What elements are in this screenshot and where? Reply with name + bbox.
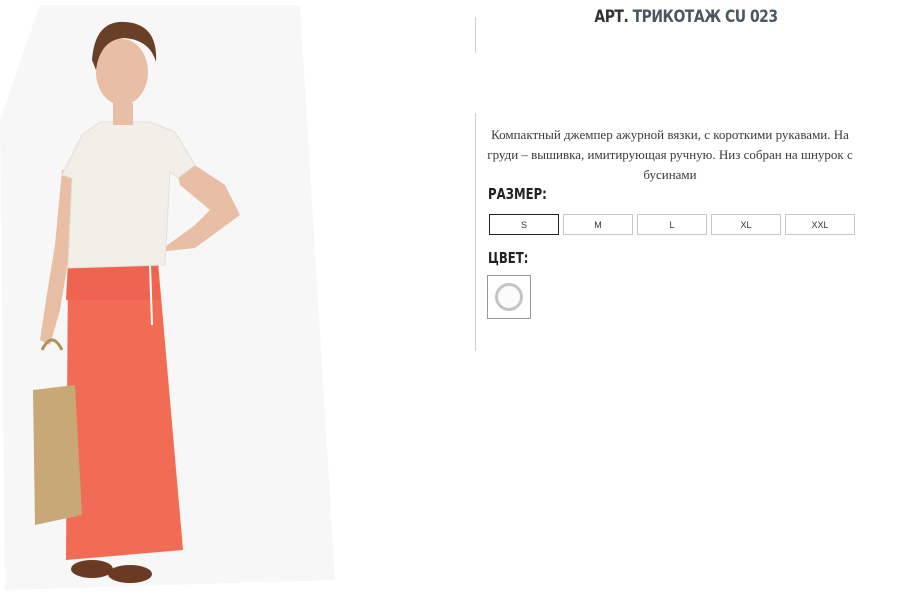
size-option-s[interactable]: S [489, 214, 559, 235]
color-swatch-circle [495, 283, 523, 311]
color-swatch-white[interactable] [487, 275, 531, 319]
neck [113, 103, 133, 125]
divider-main [475, 113, 476, 351]
size-option-xl[interactable]: XL [711, 214, 781, 235]
size-selector: S M L XL XXL [489, 214, 855, 235]
color-label: ЦВЕТ: [488, 249, 529, 267]
straw-bag [33, 385, 82, 525]
product-photo [0, 0, 340, 592]
title-name: ТРИКОТАЖ CU 023 [632, 7, 778, 27]
product-title: АРТ. ТРИКОТАЖ CU 023 [514, 7, 858, 27]
title-prefix: АРТ. [594, 7, 629, 27]
divider-top [475, 17, 476, 53]
size-option-xxl[interactable]: XXL [785, 214, 855, 235]
left-shoe [71, 560, 113, 578]
size-option-l[interactable]: L [637, 214, 707, 235]
model-illustration [0, 5, 335, 590]
right-shoe [108, 565, 152, 583]
face [96, 39, 148, 105]
size-label: РАЗМЕР: [488, 185, 547, 203]
product-description: Компактный джемпер ажурной вязки, с коро… [487, 127, 853, 182]
size-option-m[interactable]: M [563, 214, 633, 235]
